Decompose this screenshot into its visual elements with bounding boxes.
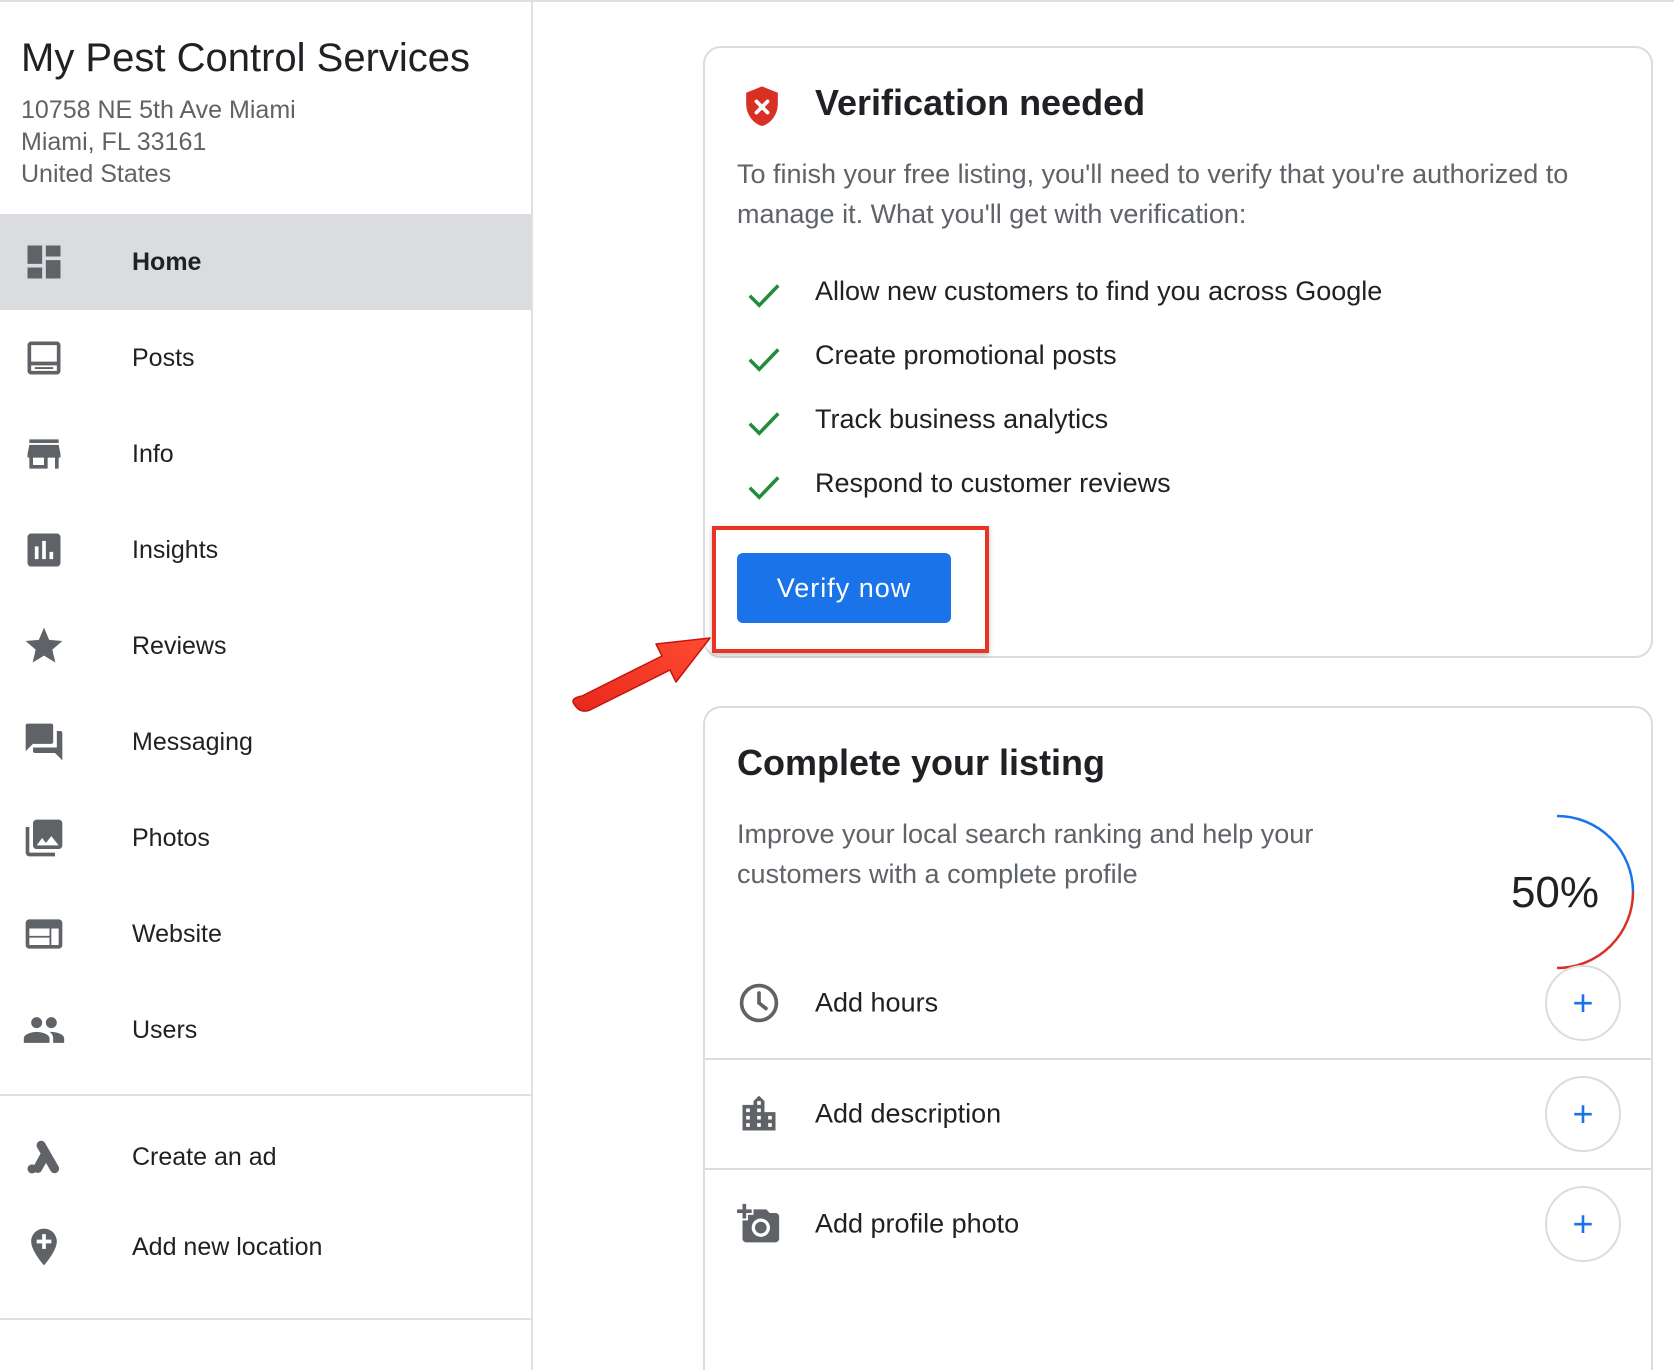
sidebar-item-create-ad[interactable]: Create an ad	[0, 1112, 531, 1202]
bar-chart-icon	[27, 533, 61, 567]
storefront-icon	[27, 439, 61, 469]
sidebar-item-label: Add new location	[132, 1232, 323, 1261]
check-icon	[748, 284, 780, 308]
complete-listing-card: Complete your listing Improve your local…	[703, 706, 1653, 1370]
star-icon	[25, 627, 63, 663]
web-icon	[25, 919, 63, 949]
benefit-text: Allow new customers to find you across G…	[815, 276, 1383, 306]
sidebar-item-label: Create an ad	[132, 1142, 277, 1171]
verification-title: Verification needed	[815, 82, 1146, 123]
google-ads-icon	[27, 1140, 60, 1174]
sidebar-item-label: Photos	[132, 823, 210, 852]
task-add-profile-photo: Add profile photo +	[705, 1168, 1651, 1278]
sidebar-item-label: Posts	[132, 343, 195, 372]
listing-title: Complete your listing	[737, 742, 1106, 783]
clock-icon	[739, 983, 779, 1023]
sidebar-item-add-location[interactable]: Add new location	[0, 1202, 531, 1292]
task-label: Add description	[815, 1098, 1002, 1129]
address-line-2: Miami, FL 33161	[21, 128, 207, 156]
verification-description: To finish your free listing, you'll need…	[737, 159, 1569, 229]
chat-icon	[25, 723, 63, 761]
sidebar-item-website[interactable]: Website	[0, 886, 531, 982]
highlight-box	[712, 526, 989, 653]
sidebar-item-info[interactable]: Info	[0, 406, 531, 502]
posts-icon	[27, 341, 61, 375]
listing-description: Improve your local search ranking and he…	[737, 819, 1314, 889]
task-label: Add profile photo	[815, 1208, 1020, 1239]
check-icon	[748, 412, 780, 436]
sidebar-item-photos[interactable]: Photos	[0, 790, 531, 886]
red-arrow-icon	[572, 637, 711, 712]
sidebar-item-label: Insights	[132, 535, 219, 564]
sidebar-nav: Home Posts Info Insights Reviews Messagi…	[0, 214, 531, 1078]
sidebar-divider	[0, 1094, 531, 1096]
sidebar-item-label: Users	[132, 1015, 198, 1044]
add-location-icon	[31, 1228, 57, 1266]
benefit-text: Respond to customer reviews	[815, 468, 1171, 498]
dashboard-icon	[27, 245, 61, 279]
task-add-hours: Add hours +	[705, 948, 1651, 1058]
shield-alert-icon	[746, 86, 778, 126]
sidebar-item-label: Home	[132, 247, 202, 276]
people-icon	[23, 1017, 65, 1043]
sidebar-item-label: Info	[132, 439, 174, 468]
photo-library-icon	[25, 819, 63, 857]
sidebar-divider	[0, 1318, 531, 1320]
business-address: 10758 NE 5th Ave Miami Miami, FL 33161 U…	[21, 94, 296, 190]
add-photo-icon	[737, 1203, 780, 1243]
building-icon	[742, 1095, 776, 1131]
add-profile-photo-button[interactable]: +	[1545, 1186, 1621, 1262]
benefit-text: Create promotional posts	[815, 340, 1117, 370]
progress-percentage: 50%	[1510, 868, 1600, 917]
sidebar-item-label: Reviews	[132, 631, 227, 660]
address-line-3: United States	[21, 160, 172, 188]
task-label: Add hours	[815, 987, 939, 1018]
add-description-button[interactable]: +	[1545, 1076, 1621, 1152]
business-name: My Pest Control Services	[21, 36, 471, 80]
sidebar-item-label: Messaging	[132, 727, 253, 756]
sidebar-item-users[interactable]: Users	[0, 982, 531, 1078]
check-icon	[748, 476, 780, 500]
sidebar-item-insights[interactable]: Insights	[0, 502, 531, 598]
check-icon	[748, 348, 780, 372]
sidebar-item-home[interactable]: Home	[0, 214, 531, 310]
sidebar: My Pest Control Services 10758 NE 5th Av…	[0, 0, 533, 1370]
sidebar-item-reviews[interactable]: Reviews	[0, 598, 531, 694]
benefit-text: Track business analytics	[815, 404, 1109, 434]
sidebar-item-posts[interactable]: Posts	[0, 310, 531, 406]
address-line-1: 10758 NE 5th Ave Miami	[21, 96, 296, 124]
task-add-description: Add description +	[705, 1058, 1651, 1168]
add-hours-button[interactable]: +	[1545, 965, 1621, 1041]
sidebar-item-messaging[interactable]: Messaging	[0, 694, 531, 790]
sidebar-secondary-nav: Create an ad Add new location	[0, 1112, 531, 1292]
sidebar-item-label: Website	[132, 919, 222, 948]
